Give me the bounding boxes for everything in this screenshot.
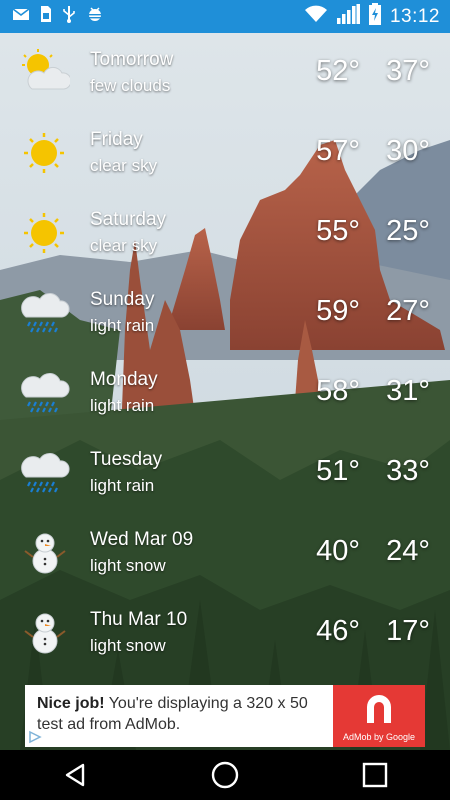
email-icon	[12, 6, 30, 27]
high-temp: 52°	[316, 55, 360, 87]
day-label: Tomorrow	[90, 49, 174, 70]
forecast-row-sunday[interactable]: Sunday light rain 59° 27°	[0, 273, 450, 353]
condition-label: light rain	[90, 396, 155, 415]
condition-label: few clouds	[90, 76, 171, 95]
forecast-row-thu-mar-10[interactable]: Thu Mar 10 light snow 46° 17°	[0, 593, 450, 673]
home-circle-icon	[211, 761, 239, 789]
high-temp: 46°	[316, 615, 360, 647]
sim-card-icon	[40, 5, 52, 28]
wifi-icon	[304, 5, 328, 28]
snowman-icon	[20, 609, 70, 655]
back-button[interactable]	[45, 750, 105, 800]
navigation-bar	[0, 750, 450, 800]
low-temp: 31°	[386, 375, 430, 407]
low-temp: 37°	[386, 55, 430, 87]
low-temp: 17°	[386, 615, 430, 647]
back-triangle-icon	[65, 763, 85, 787]
sun-icon	[20, 209, 70, 255]
home-button[interactable]	[195, 750, 255, 800]
condition-label: light snow	[90, 556, 166, 575]
high-temp: 55°	[316, 215, 360, 247]
battery-icon	[368, 3, 382, 30]
day-label: Saturday	[90, 209, 167, 230]
condition-label: clear sky	[90, 156, 158, 175]
snowman-icon	[20, 529, 70, 575]
recents-button[interactable]	[345, 750, 405, 800]
ad-banner[interactable]: Nice job! You're displaying a 320 x 50 t…	[25, 685, 425, 747]
low-temp: 30°	[386, 135, 430, 167]
low-temp: 25°	[386, 215, 430, 247]
day-label: Sunday	[90, 289, 155, 310]
forecast-row-tuesday[interactable]: Tuesday light rain 51° 33°	[0, 433, 450, 513]
status-bar: 13:12	[0, 0, 450, 33]
condition-label: light rain	[90, 316, 155, 335]
forecast-list: Tomorrow few clouds 52° 37° Friday clear…	[0, 33, 450, 673]
rain-cloud-icon	[20, 289, 70, 335]
rain-cloud-icon	[20, 449, 70, 495]
high-temp: 59°	[316, 295, 360, 327]
sun-icon	[20, 129, 70, 175]
low-temp: 33°	[386, 455, 430, 487]
condition-label: clear sky	[90, 236, 158, 255]
partly-cloudy-icon	[20, 49, 72, 95]
admob-icon	[367, 695, 391, 723]
day-label: Tuesday	[90, 449, 163, 470]
forecast-row-tomorrow[interactable]: Tomorrow few clouds 52° 37°	[0, 33, 450, 113]
condition-label: light snow	[90, 636, 166, 655]
low-temp: 24°	[386, 535, 430, 567]
day-label: Thu Mar 10	[90, 609, 188, 630]
signal-icon	[336, 4, 360, 29]
forecast-row-saturday[interactable]: Saturday clear sky 55° 25°	[0, 193, 450, 273]
forecast-row-wed-mar-09[interactable]: Wed Mar 09 light snow 40° 24°	[0, 513, 450, 593]
day-label: Monday	[90, 369, 158, 390]
forecast-row-monday[interactable]: Monday light rain 58° 31°	[0, 353, 450, 433]
day-label: Friday	[90, 129, 143, 150]
rain-cloud-icon	[20, 369, 70, 415]
high-temp: 40°	[316, 535, 360, 567]
ad-text: Nice job! You're displaying a 320 x 50 t…	[25, 685, 333, 747]
adchoices-icon[interactable]	[28, 730, 42, 744]
usb-icon	[62, 5, 76, 28]
condition-label: light rain	[90, 476, 155, 495]
admob-logo: AdMob by Google	[333, 685, 425, 747]
high-temp: 58°	[316, 375, 360, 407]
high-temp: 51°	[316, 455, 360, 487]
recents-square-icon	[362, 762, 388, 788]
status-time: 13:12	[389, 5, 440, 27]
day-label: Wed Mar 09	[90, 529, 194, 550]
admob-caption: AdMob by Google	[342, 732, 416, 742]
ad-headline: Nice job!	[37, 695, 105, 712]
android-debug-icon	[86, 5, 104, 28]
forecast-row-friday[interactable]: Friday clear sky 57° 30°	[0, 113, 450, 193]
high-temp: 57°	[316, 135, 360, 167]
low-temp: 27°	[386, 295, 430, 327]
